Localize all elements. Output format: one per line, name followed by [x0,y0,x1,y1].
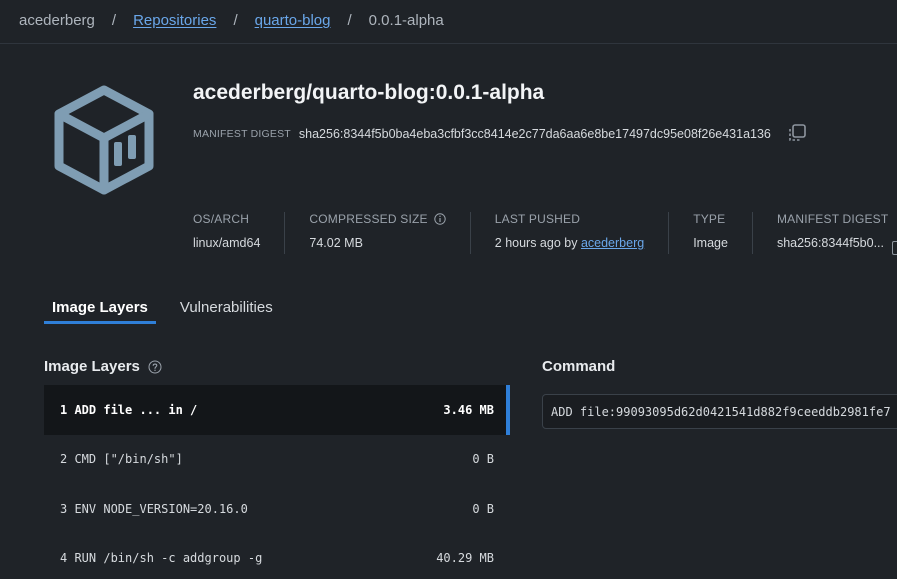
manifest-digest-value: sha256:8344f5b0ba4eba3cfbf3cc8414e2c77da… [298,127,771,141]
layer-row[interactable]: 2 CMD ["/bin/sh"] 0 B [44,435,510,485]
container-box-icon [54,85,154,195]
compressed-size-field: COMPRESSED SIZE 74.02 MB [309,212,471,254]
compressed-size-label: COMPRESSED SIZE [309,212,428,226]
os-arch-value: linux/amd64 [193,236,261,250]
copy-icon[interactable] [892,241,897,255]
copy-icon[interactable] [787,123,807,143]
type-value: Image [693,236,728,250]
os-arch-field: OS/ARCH linux/amd64 [193,212,286,254]
image-layers-list: 1 ADD file ... in / 3.46 MB 2 CMD ["/bin… [44,385,510,579]
last-pushed-text: 2 hours ago by [494,236,578,250]
last-pushed-field: LAST PUSHED 2 hours ago by acederberg [494,212,670,254]
top-bar: acederberg / Repositories / quarto-blog … [0,0,897,44]
layer-command: 1 ADD file ... in / [60,402,198,417]
manifest-digest-label: MANIFEST DIGEST [193,128,291,140]
breadcrumb-tag: 0.0.1-alpha [368,12,444,29]
layer-row[interactable]: 4 RUN /bin/sh -c addgroup -g 40.29 MB [44,534,510,579]
meta-digest-value: sha256:8344f5b0... [776,236,884,250]
compressed-size-value: 74.02 MB [309,236,363,250]
os-arch-label: OS/ARCH [193,212,250,226]
info-icon[interactable] [434,213,446,225]
breadcrumb: acederberg / Repositories / quarto-blog … [19,12,444,29]
type-field: TYPE Image [693,212,753,254]
layer-size: 0 B [472,501,494,516]
manifest-digest-field: MANIFEST DIGEST sha256:8344f5b0... [777,212,897,254]
pushed-by-user-link[interactable]: acederberg [581,236,644,250]
layer-size: 0 B [472,452,494,467]
breadcrumb-repositories-link[interactable]: Repositories [133,12,216,29]
layer-row[interactable]: 3 ENV NODE_VERSION=20.16.0 0 B [44,484,510,534]
layer-size: 40.29 MB [436,551,494,566]
layer-command: 2 CMD ["/bin/sh"] [60,452,183,467]
tab-bar: Image Layers Vulnerabilities [44,296,281,324]
type-label: TYPE [693,212,726,226]
layer-command: 4 RUN /bin/sh -c addgroup -g [60,551,263,566]
layer-command: 3 ENV NODE_VERSION=20.16.0 [60,501,248,516]
breadcrumb-repo-link[interactable]: quarto-blog [255,12,331,29]
tab-vulnerabilities[interactable]: Vulnerabilities [172,296,281,324]
manifest-digest-row: MANIFEST DIGEST sha256:8344f5b0ba4eba3cf… [193,124,807,144]
meta-digest-label: MANIFEST DIGEST [776,212,889,226]
command-text-box[interactable]: ADD file:99093095d62d0421541d882f9ceeddb… [542,394,897,429]
image-metadata: OS/ARCH linux/amd64 COMPRESSED SIZE 74.0… [193,212,897,256]
layer-row[interactable]: 1 ADD file ... in / 3.46 MB [44,385,510,435]
breadcrumb-separator: / [347,12,352,29]
breadcrumb-user[interactable]: acederberg [19,12,95,29]
help-icon[interactable] [148,360,162,374]
breadcrumb-separator: / [111,12,117,29]
breadcrumb-separator: / [233,12,238,29]
last-pushed-label: LAST PUSHED [494,212,581,226]
tab-image-layers[interactable]: Image Layers [44,296,156,324]
layer-size: 3.46 MB [443,402,494,417]
command-heading: Command [542,358,616,375]
page-title: acederberg/quarto-blog:0.0.1-alpha [193,81,545,104]
image-layers-heading: Image Layers [44,358,140,375]
